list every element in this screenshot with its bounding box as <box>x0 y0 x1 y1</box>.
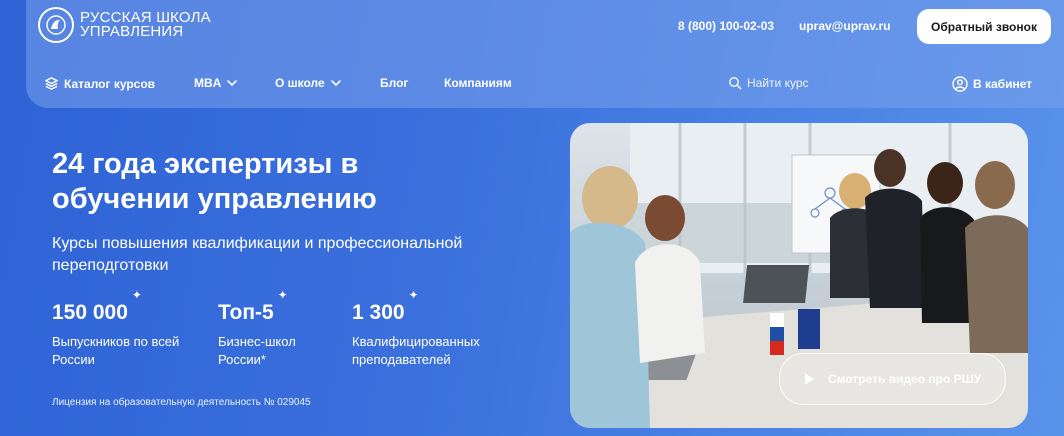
sparkle-icon: ✦ <box>408 288 419 302</box>
nav-about-label: О школе <box>275 76 325 90</box>
play-icon <box>805 373 814 385</box>
nav-mba-label: MBA <box>194 76 222 90</box>
stat-teachers: 1 300 ✦ Квалифицированных преподавателей <box>352 289 517 369</box>
email-link[interactable]: uprav@uprav.ru <box>799 19 891 33</box>
nav-blog[interactable]: Блог <box>380 76 408 90</box>
chevron-down-icon <box>227 80 238 87</box>
chevron-down-icon <box>330 80 341 87</box>
nav-companies[interactable]: Компаниям <box>444 76 512 90</box>
stat-value-text: Топ-5 <box>218 301 274 324</box>
site-header: РУССКАЯ ШКОЛА УПРАВЛЕНИЯ 8 (800) 100-02-… <box>26 0 1064 108</box>
stat-value-text: 1 300 <box>352 301 405 324</box>
stat-label: Бизнес-школ России* <box>218 334 296 367</box>
cabinet-label: В кабинет <box>973 77 1033 91</box>
sparkle-icon: ✦ <box>277 288 288 302</box>
user-icon <box>952 76 968 92</box>
license-text: Лицензия на образовательную деятельность… <box>52 397 311 408</box>
logo-emblem-icon <box>38 7 74 43</box>
phone-link[interactable]: 8 (800) 100-02-03 <box>678 19 774 33</box>
hero-photo: Смотреть видео про РШУ <box>570 123 1028 428</box>
nav-about[interactable]: О школе <box>275 76 342 90</box>
logo-line-2: УПРАВЛЕНИЯ <box>80 23 184 40</box>
stat-value: 1 300 ✦ <box>352 289 419 326</box>
watch-video-button[interactable]: Смотреть видео про РШУ <box>779 353 1006 405</box>
logo[interactable]: РУССКАЯ ШКОЛА УПРАВЛЕНИЯ <box>38 7 211 43</box>
search-icon <box>729 77 742 90</box>
callback-button[interactable]: Обратный звонок <box>917 9 1051 44</box>
stat-label: Выпускников по всей России <box>52 334 180 367</box>
watch-video-label: Смотреть видео про РШУ <box>828 372 982 386</box>
stat-value: Топ-5 ✦ <box>218 289 288 326</box>
cabinet-link[interactable]: В кабинет <box>952 76 1032 92</box>
nav-catalog[interactable]: Каталог курсов <box>44 76 155 91</box>
sparkle-icon: ✦ <box>131 288 142 302</box>
main-nav: Каталог курсов MBA О школе Блог Компания… <box>26 76 1064 94</box>
stat-graduates: 150 000 ✦ Выпускников по всей России <box>52 289 187 369</box>
layers-icon <box>45 77 58 90</box>
nav-mba[interactable]: MBA <box>194 76 238 90</box>
stat-value-text: 150 000 <box>52 301 128 324</box>
nav-companies-label: Компаниям <box>444 76 512 90</box>
search-input[interactable]: Найти курс <box>728 76 809 90</box>
logo-text: РУССКАЯ ШКОЛА УПРАВЛЕНИЯ <box>80 10 211 40</box>
stat-value: 150 000 ✦ <box>52 289 142 326</box>
nav-blog-label: Блог <box>380 76 409 90</box>
search-placeholder: Найти курс <box>747 76 809 90</box>
nav-catalog-label: Каталог курсов <box>64 76 156 91</box>
hero-title: 24 года экспертизы в обучении управлению <box>52 148 377 215</box>
stat-ranking: Топ-5 ✦ Бизнес-школ России* <box>218 289 328 369</box>
stat-label: Квалифицированных преподавателей <box>352 334 480 367</box>
hero-subtitle: Курсы повышения квалификации и профессио… <box>52 235 463 274</box>
